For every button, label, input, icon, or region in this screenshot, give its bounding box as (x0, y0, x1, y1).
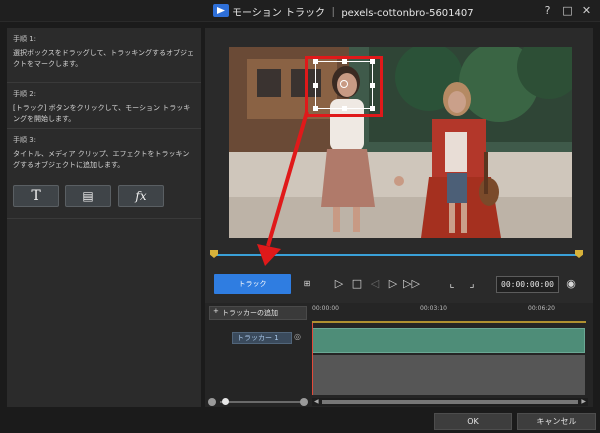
fast-forward-icon[interactable]: ▷▷ (403, 276, 420, 292)
ok-button[interactable]: OK (434, 413, 512, 430)
divider (7, 218, 201, 219)
ruler-tick: 00:06:20 (528, 305, 555, 312)
range-end-marker[interactable] (575, 250, 583, 258)
set-end-icon[interactable]: ⌟ (464, 276, 480, 292)
step-2-title: 手順 2: (13, 90, 37, 98)
tracker-timeline: + トラッカーの追加 00:00:00 00:03:10 00:06:20 トラ… (205, 303, 593, 407)
step-2-text: [トラック] ボタンをクリックして、モーション トラッキングを開始します。 (13, 104, 191, 123)
step-2: 手順 2: [トラック] ボタンをクリックして、モーション トラッキングを開始し… (7, 85, 201, 129)
scroll-right-icon[interactable]: ▶ (581, 398, 586, 405)
play-icon[interactable]: ▷ (331, 276, 347, 292)
scroll-left-icon[interactable]: ◀ (314, 398, 319, 405)
app-logo-icon (213, 4, 229, 17)
help-button[interactable]: ? (540, 3, 555, 18)
zoom-track[interactable] (220, 401, 302, 403)
ruler-tick: 00:03:10 (420, 305, 447, 312)
cancel-button[interactable]: キャンセル (517, 413, 596, 430)
add-tracker-label: トラッカーの追加 (222, 309, 278, 317)
instruction-panel: 手順 1: 選択ボックスをドラッグして、トラッキングするオブジェクトをマークしま… (7, 28, 201, 407)
restore-button[interactable]: □ (560, 3, 575, 18)
divider (7, 82, 201, 83)
fit-icon[interactable]: ⊞ (299, 276, 315, 292)
horizontal-scrollbar[interactable]: ◀ ▶ (312, 398, 588, 406)
plus-icon: + (213, 307, 219, 315)
empty-lane (312, 355, 585, 395)
step-3: 手順 3: タイトル、メディア クリップ、エフェクトをトラッキングするオブジェク… (7, 131, 201, 175)
add-media-button[interactable]: ▤ (65, 185, 111, 207)
track-button[interactable]: トラック (214, 274, 291, 294)
next-frame-icon[interactable]: ▷ (385, 276, 401, 292)
preview-toggle-icon[interactable]: ◉ (563, 276, 579, 292)
playback-controls: トラック ⊞ ▷ □ ◁ ▷ ▷▷ ⌞ ⌟ 00:00:00:00 ◉ (205, 266, 593, 300)
step-1: 手順 1: 選択ボックスをドラッグして、トラッキングするオブジェクトをマークしま… (7, 30, 201, 74)
window-title: モーション トラック ｜ pexels-cottonbro-5601407 (232, 8, 474, 19)
prev-frame-icon[interactable]: ◁ (367, 276, 383, 292)
playhead[interactable] (312, 323, 313, 395)
set-start-icon[interactable]: ⌞ (444, 276, 460, 292)
stop-icon[interactable]: □ (349, 276, 365, 292)
step-1-text: 選択ボックスをドラッグして、トラッキングするオブジェクトをマークします。 (13, 49, 195, 68)
range-start-marker[interactable] (210, 250, 218, 258)
time-ruler[interactable]: 00:00:00 00:03:10 00:06:20 (312, 305, 586, 323)
zoom-in-icon[interactable] (300, 398, 308, 406)
zoom-handle[interactable] (222, 398, 229, 405)
tracker-1-label[interactable]: トラッカー 1 (232, 332, 292, 344)
preview-frame-image (229, 47, 572, 238)
video-preview[interactable] (229, 47, 572, 238)
add-effect-button[interactable]: fx (118, 185, 164, 207)
tracker-1-lane[interactable] (312, 328, 585, 353)
playback-range-bar[interactable] (212, 254, 580, 256)
step-3-title: 手順 3: (13, 136, 37, 144)
ruler-tick: 00:00:00 (312, 305, 339, 312)
selection-box[interactable] (313, 59, 375, 111)
zoom-slider[interactable] (208, 398, 308, 406)
editor-panel: トラック ⊞ ▷ □ ◁ ▷ ▷▷ ⌞ ⌟ 00:00:00:00 ◉ + トラ… (205, 28, 593, 407)
scroll-thumb[interactable] (322, 400, 578, 404)
title-bar: モーション トラック ｜ pexels-cottonbro-5601407 ? … (0, 0, 600, 22)
visibility-eye-icon[interactable]: ◎ (294, 332, 304, 342)
add-tracker-button[interactable]: + トラッカーの追加 (209, 306, 307, 320)
zoom-out-icon[interactable] (208, 398, 216, 406)
timecode-display: 00:00:00:00 (496, 276, 559, 293)
close-button[interactable]: ✕ (579, 3, 594, 18)
divider (7, 128, 201, 129)
step-1-title: 手順 1: (13, 35, 37, 43)
step-3-text: タイトル、メディア クリップ、エフェクトをトラッキングするオブジェクトに追加しま… (13, 150, 190, 169)
add-title-button[interactable]: T (13, 185, 59, 207)
dialog-footer: OK キャンセル (0, 409, 600, 433)
